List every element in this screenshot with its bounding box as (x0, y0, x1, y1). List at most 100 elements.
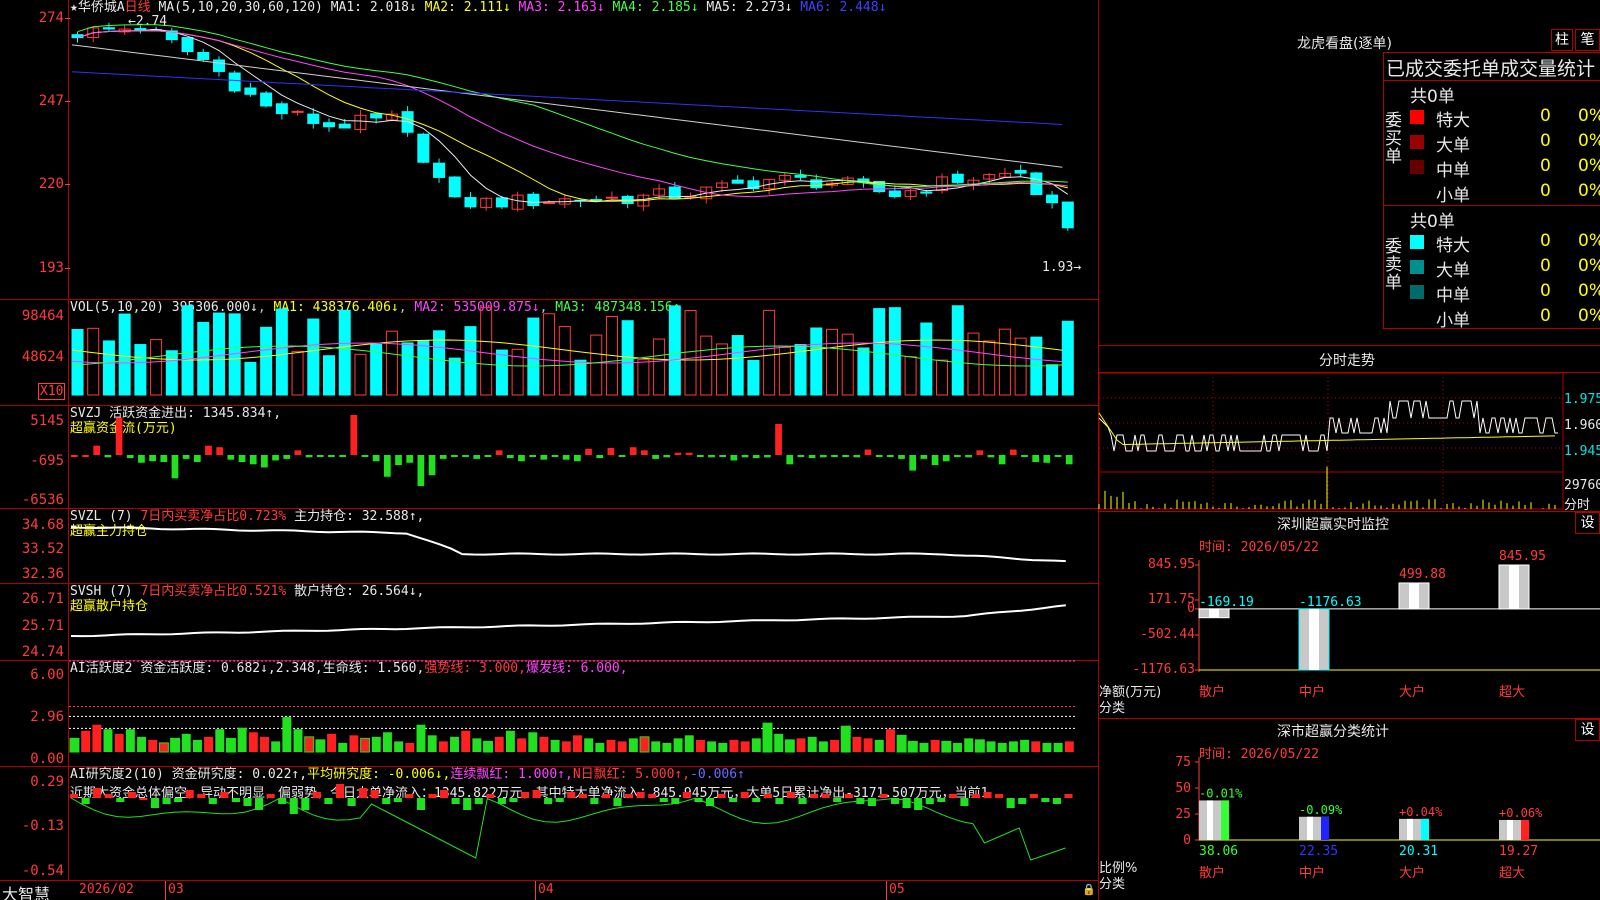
retail-holding-chart[interactable] (69, 584, 1098, 660)
activity-bar (125, 729, 135, 752)
research-bar (590, 798, 599, 804)
candle (102, 27, 115, 30)
research-bar (93, 788, 102, 798)
activity-bar (349, 735, 359, 752)
trade-stat-header: 已成交委托单成交量统计 (1386, 58, 1596, 80)
activity-bar (617, 741, 627, 752)
order-row-name: 特大 (1436, 111, 1470, 131)
flow-bar (1032, 455, 1039, 462)
activity-bar (930, 739, 940, 752)
volume-bar (102, 340, 115, 396)
research-bar (416, 798, 425, 810)
research-chart[interactable] (69, 767, 1098, 880)
activity-bar (840, 725, 851, 753)
flow-bar (328, 455, 335, 457)
money-flow-chart[interactable] (69, 406, 1098, 508)
research-bar (185, 790, 194, 798)
fenshi-vol-label: 29760 (1564, 478, 1600, 493)
lock-icon[interactable]: 🔒 (1082, 883, 1096, 896)
activity-bar (740, 741, 750, 752)
activity-bar (718, 742, 728, 752)
activity-bar (181, 733, 191, 752)
activity-bar (170, 737, 181, 753)
activity-bar (483, 740, 494, 753)
class-stat-chart[interactable]: 75 50 25 0 -0.01% 38.06 散户 -0.09% 22.35 中户 +0.04% 2… (1099, 742, 1600, 900)
candlestick-chart[interactable] (69, 0, 1098, 299)
candle (417, 133, 430, 163)
activity-chart[interactable] (69, 660, 1098, 766)
monitor-bar-label: 499.88 (1399, 567, 1446, 582)
research-bar (613, 798, 622, 806)
order-row-name: 特大 (1436, 236, 1470, 256)
volume-bar (323, 355, 336, 396)
main-force-holding-chart[interactable] (69, 509, 1098, 583)
holding-line (70, 526, 1066, 563)
monitor-settings-button[interactable]: 设 (1575, 512, 1600, 534)
research-bar (301, 798, 310, 810)
tick-view-button[interactable]: 笔 (1575, 29, 1600, 51)
research-bar (844, 794, 853, 798)
volume-bar (197, 321, 210, 396)
volume-bar (826, 328, 839, 396)
activity-bar (695, 739, 705, 752)
volume-bar (150, 339, 163, 396)
class-title: 深市超赢分类统计 (1277, 724, 1389, 740)
volume-bar (590, 334, 603, 396)
order-row-name: 中单 (1436, 286, 1470, 306)
y-tick-label: 32.36 (21, 566, 64, 582)
intraday-chart[interactable] (1098, 372, 1564, 510)
activity-bar (114, 733, 124, 752)
date-tick-mark (886, 881, 887, 900)
activity-bar (784, 739, 795, 753)
class-bar-accent (1221, 800, 1229, 840)
research-bar (70, 794, 79, 798)
flow-bar (596, 455, 604, 459)
activity-bar (505, 730, 515, 752)
research-bar (948, 794, 957, 798)
flow-bar (797, 455, 805, 457)
class-bar-accent (1521, 819, 1529, 840)
y-tick-label: 220 (38, 176, 64, 192)
order-row-p: 0% (1578, 131, 1600, 151)
bar-view-button[interactable]: 柱 (1551, 29, 1573, 51)
volume-bar (637, 359, 650, 396)
order-row-p: 0% (1578, 256, 1600, 276)
activity-bar (282, 717, 292, 752)
activity-bar (774, 733, 784, 752)
monitor-top-border (1098, 511, 1600, 512)
activity-bar (863, 738, 873, 752)
y-tick-label: 98464 (21, 308, 64, 324)
order-row-n: 0 (1540, 256, 1551, 276)
class-change-label: -0.09% (1299, 803, 1343, 817)
research-bar (451, 798, 460, 804)
flow-bar (138, 455, 145, 463)
order-row-p: 0% (1578, 281, 1600, 301)
class-category: 散户 (1199, 865, 1225, 881)
y-tick-label: 247 (38, 93, 64, 109)
class-settings-button[interactable]: 设 (1575, 719, 1600, 741)
class-bar-accent (1321, 816, 1329, 840)
flow-bar (730, 455, 738, 461)
flow-bar (518, 455, 525, 462)
activity-bar (315, 739, 326, 753)
activity-bar (382, 732, 392, 752)
volume-chart[interactable] (69, 300, 1098, 405)
fenshi-y: 1.975 (1564, 392, 1600, 407)
research-bar (601, 794, 611, 798)
candle (433, 162, 446, 178)
flow-bar (93, 445, 101, 455)
realtime-monitor-chart[interactable]: -169.19 散户 -1176.63 中户 499.88 大户 845.95 超大 (1099, 535, 1600, 720)
flow-bar (920, 455, 928, 459)
class-y-label: 25 (1175, 807, 1191, 822)
order-row-p: 0% (1578, 106, 1600, 126)
activity-bar (986, 741, 996, 752)
flow-bar (764, 455, 771, 458)
order-row-n: 0 (1540, 106, 1551, 126)
activity-bar (293, 729, 303, 752)
axis-tick (65, 18, 70, 19)
research-bar (682, 792, 691, 798)
flow-bar (875, 455, 883, 457)
volume-bar (1061, 320, 1074, 396)
research-bar (1041, 798, 1050, 802)
activity-bar (304, 736, 315, 753)
